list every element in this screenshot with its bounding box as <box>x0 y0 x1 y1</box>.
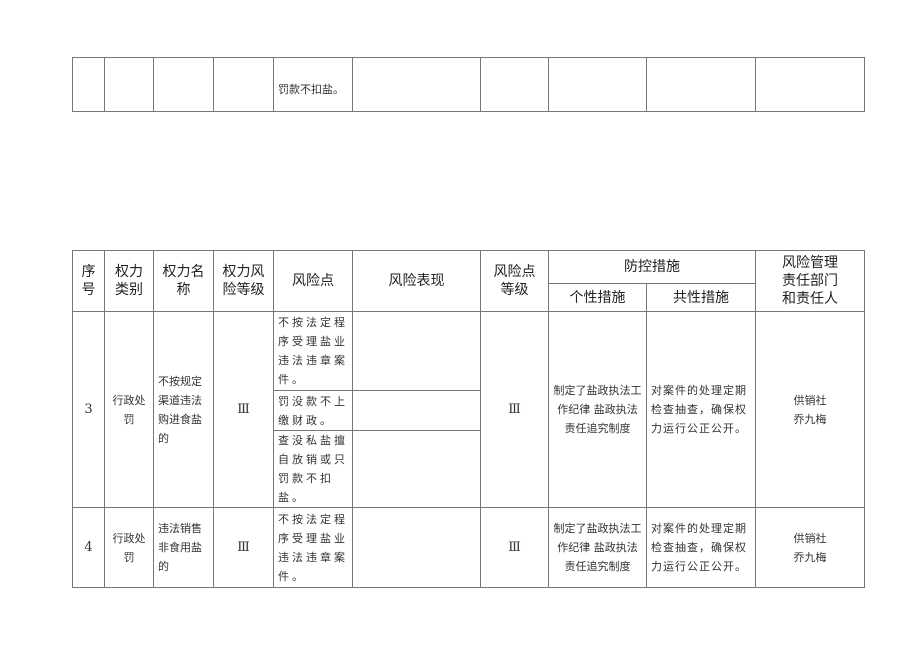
cell <box>548 57 647 112</box>
risk-point-level-cell: Ⅲ <box>480 507 549 588</box>
risk-point-cell: 不按法定程序受理盐业违法违章案件。 <box>273 507 353 588</box>
table-row: 4 行政处 罚 违法销售非食用盐的 Ⅲ 不按法定程序受理盐业违法违章案件。 Ⅲ … <box>72 507 865 588</box>
risk-manifestation-cell <box>352 311 481 391</box>
table-row: 3 行政处 罚 不按规定渠道违法购进食盐的 Ⅲ 不按法定程序受理盐业违法违章案件… <box>72 311 865 508</box>
common-measures-cell: 对案件的处理定期检查抽查，确保权力运行公正公开。 <box>646 507 756 588</box>
category-cell: 行政处 罚 <box>104 311 154 508</box>
risk-manifestation-cell <box>352 430 481 508</box>
header-risk-point-level: 风险点 等级 <box>480 250 549 312</box>
cell <box>104 57 154 112</box>
header-seq: 序 号 <box>72 250 105 312</box>
seq-cell: 4 <box>72 507 105 588</box>
header-power-level: 权力风 险等级 <box>213 250 274 312</box>
risk-point-cell: 查没私盐擅自放销或只罚款不扣盐。 <box>273 430 353 508</box>
cell <box>352 57 481 112</box>
header-responsible: 风险管理 责任部门 和责任人 <box>755 250 865 312</box>
header-individual: 个性措施 <box>548 283 647 312</box>
risk-manifestation-cell <box>352 507 481 588</box>
cell <box>480 57 549 112</box>
seq-cell: 3 <box>72 311 105 508</box>
header-name: 权力名 称 <box>153 250 214 312</box>
cell <box>72 57 105 112</box>
category-cell: 行政处 罚 <box>104 507 154 588</box>
name-cell: 违法销售非食用盐的 <box>153 507 214 588</box>
responsible-cell: 供销社 乔九梅 <box>755 311 865 508</box>
cell <box>213 57 274 112</box>
risk-table: 序 号 权力 类别 权力名 称 权力风 险等级 风险点 风险表现 风险点 等级 … <box>72 250 865 588</box>
previous-table-fragment: 罚款不扣盐。 <box>72 57 865 112</box>
header-risk-manifestation: 风险表现 <box>352 250 481 312</box>
responsible-cell: 供销社 乔九梅 <box>755 507 865 588</box>
header-common: 共性措施 <box>646 283 756 312</box>
header-category: 权力 类别 <box>104 250 154 312</box>
power-level-cell: Ⅲ <box>213 311 274 508</box>
cell <box>646 57 756 112</box>
power-level-cell: Ⅲ <box>213 507 274 588</box>
risk-manifestation-cell <box>352 390 481 431</box>
cell <box>153 57 214 112</box>
risk-point-cell: 不按法定程序受理盐业违法违章案件。 <box>273 311 353 391</box>
header-measures: 防控措施 <box>548 250 756 284</box>
common-measures-cell: 对案件的处理定期检查抽查，确保权力运行公正公开。 <box>646 311 756 508</box>
name-cell: 不按规定渠道违法购进食盐的 <box>153 311 214 508</box>
risk-point-cell: 罚款不扣盐。 <box>273 57 353 112</box>
cell <box>755 57 865 112</box>
individual-measures-cell: 制定了盐政执法工作纪律 盐政执法责任追究制度 <box>548 507 647 588</box>
risk-point-cell: 罚没款不上缴财政。 <box>273 390 353 431</box>
risk-point-level-cell: Ⅲ <box>480 311 549 508</box>
individual-measures-cell: 制定了盐政执法工作纪律 盐政执法责任追究制度 <box>548 311 647 508</box>
header-risk-point: 风险点 <box>273 250 353 312</box>
